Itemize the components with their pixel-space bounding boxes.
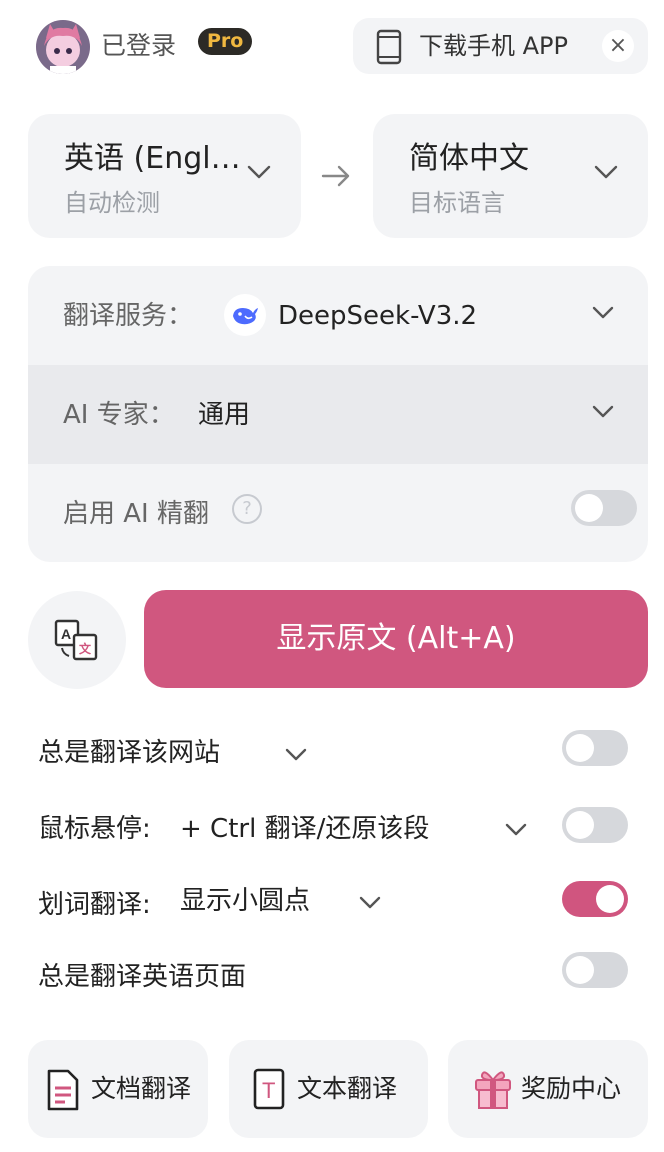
download-app-banner[interactable]: 下载手机 APP × [353, 18, 648, 74]
gift-icon [474, 1068, 512, 1114]
chevron-down-icon [592, 304, 614, 323]
download-app-label: 下载手机 APP [419, 32, 568, 60]
avatar[interactable] [36, 20, 90, 74]
hover-label: 鼠标悬停: [38, 814, 151, 844]
service-settings-card: 翻译服务： DeepSeek-V3.2 AI 专家： 通用 启用 AI 精翻 ? [28, 266, 648, 562]
chevron-down-icon [247, 164, 271, 183]
login-status: 已登录 [101, 31, 177, 60]
toggle-knob [566, 811, 594, 839]
translate-swap-button[interactable]: A 文 [28, 591, 126, 689]
chevron-down-icon [594, 164, 618, 183]
deepseek-icon [224, 294, 266, 336]
always-translate-english-toggle[interactable] [562, 952, 628, 988]
source-language-name: 英语 (Engl… [64, 141, 241, 176]
service-value: DeepSeek-V3.2 [278, 301, 478, 331]
reward-center-button[interactable]: 奖励中心 [448, 1040, 648, 1138]
always-translate-english-label: 总是翻译英语页面 [38, 962, 247, 992]
chevron-down-icon[interactable] [359, 894, 381, 913]
source-language-select[interactable]: 英语 (Engl… 自动检测 [28, 114, 301, 238]
selection-value[interactable]: 显示小圆点 [180, 882, 310, 920]
close-icon[interactable]: × [602, 30, 634, 62]
always-translate-site-label: 总是翻译该网站 [38, 738, 221, 768]
hover-value[interactable]: + Ctrl 翻译/还原该段 [180, 810, 429, 848]
ai-refine-label: 启用 AI 精翻 [63, 499, 209, 529]
chevron-down-icon[interactable] [505, 821, 527, 840]
target-language-name: 简体中文 [409, 141, 529, 176]
toggle-knob [566, 956, 594, 984]
pro-badge: Pro [198, 28, 253, 55]
text-translate-label: 文本翻译 [297, 1074, 398, 1103]
text-icon-letter: T [262, 1078, 275, 1103]
ai-expert-select[interactable]: AI 专家： 通用 [28, 365, 648, 464]
arrow-right-icon [320, 160, 352, 196]
chevron-down-icon[interactable] [285, 746, 307, 765]
chevron-down-icon [592, 403, 614, 422]
translation-service-select[interactable]: 翻译服务： DeepSeek-V3.2 [28, 266, 648, 365]
selection-toggle[interactable] [562, 881, 628, 917]
target-language-sub: 目标语言 [409, 189, 505, 217]
always-translate-site-toggle[interactable] [562, 730, 628, 766]
ai-refine-row: 启用 AI 精翻 ? [28, 464, 648, 562]
doc-translate-button[interactable]: 文档翻译 [28, 1040, 208, 1138]
ai-refine-toggle[interactable] [571, 490, 637, 526]
document-icon [46, 1068, 80, 1116]
doc-translate-label: 文档翻译 [91, 1074, 192, 1103]
text-icon: T [253, 1068, 285, 1114]
expert-label: AI 专家： [63, 400, 175, 430]
toggle-knob [566, 734, 594, 762]
selection-label: 划词翻译: [38, 890, 151, 920]
toggle-knob [596, 885, 624, 913]
target-language-select[interactable]: 简体中文 目标语言 [373, 114, 648, 238]
help-icon[interactable]: ? [232, 494, 262, 524]
reward-center-label: 奖励中心 [521, 1074, 622, 1103]
text-translate-button[interactable]: T 文本翻译 [229, 1040, 428, 1138]
hover-toggle[interactable] [562, 807, 628, 843]
source-language-sub: 自动检测 [64, 189, 160, 217]
service-label: 翻译服务： [63, 301, 194, 331]
svg-text:文: 文 [79, 641, 92, 656]
svg-text:A: A [61, 626, 71, 642]
toggle-knob [575, 494, 603, 522]
expert-value: 通用 [198, 400, 251, 430]
phone-icon [375, 29, 403, 69]
show-original-button[interactable]: 显示原文 (Alt+A) [144, 590, 648, 688]
